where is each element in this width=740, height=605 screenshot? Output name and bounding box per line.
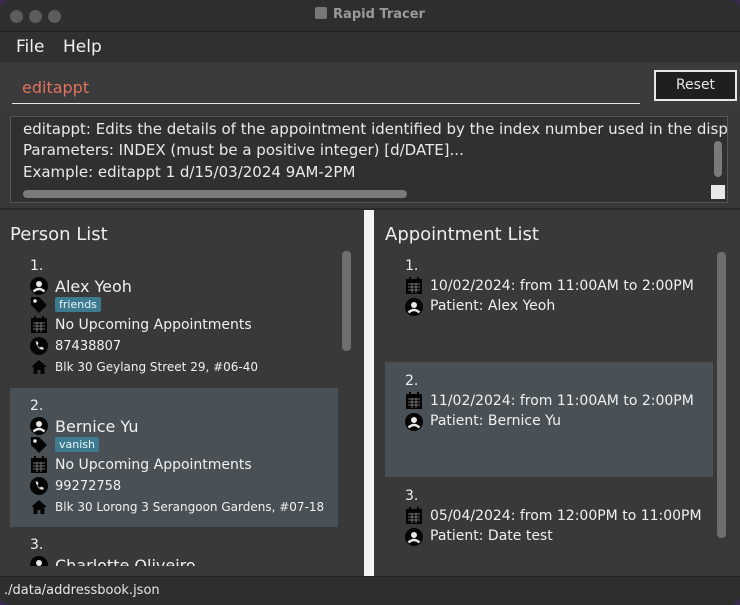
person-name: Bernice Yu: [55, 417, 139, 436]
person-card[interactable]: 3. Charlotte Oliveiro: [10, 527, 338, 566]
person-card[interactable]: 2. Bernice Yu vanish No Upcoming Appoint…: [10, 388, 338, 527]
scroll-corner: [711, 185, 725, 199]
appointment-index: 2.: [405, 373, 419, 389]
person-appointment: No Upcoming Appointments: [55, 317, 252, 333]
person-icon: [30, 417, 48, 435]
phone-icon: [30, 477, 48, 495]
menu-file[interactable]: File: [16, 37, 44, 57]
person-icon: [405, 413, 423, 431]
person-phone: 99272758: [55, 479, 122, 494]
appointment-card[interactable]: 3. 05/04/2024: from 12:00PM to 11:00PM P…: [385, 477, 713, 566]
person-tag: vanish: [55, 437, 99, 452]
person-name: Alex Yeoh: [55, 277, 132, 296]
result-display[interactable]: editappt: Edits the details of the appoi…: [10, 116, 728, 203]
person-appointment: No Upcoming Appointments: [55, 457, 252, 473]
command-input[interactable]: editappt: [12, 72, 640, 104]
appointment-datetime: 10/02/2024: from 11:00AM to 2:00PM: [430, 278, 694, 294]
appointment-patient: Patient: Alex Yeoh: [430, 298, 556, 314]
appointment-patient: Patient: Date test: [430, 528, 553, 544]
menu-bar: File Help: [0, 32, 740, 62]
split-pane-divider[interactable]: [364, 210, 374, 576]
person-icon: [405, 528, 423, 546]
result-line-1: editappt: Edits the details of the appoi…: [23, 120, 728, 138]
calendar-icon: [31, 456, 47, 473]
menu-help[interactable]: Help: [63, 37, 102, 57]
person-index: 1.: [30, 258, 44, 274]
person-tag: friends: [55, 297, 101, 312]
appointment-card[interactable]: 1. 10/02/2024: from 11:00AM to 2:00PM Pa…: [385, 248, 713, 362]
person-address: Blk 30 Geylang Street 29, #06-40: [55, 360, 259, 374]
phone-icon: [30, 337, 48, 355]
title-bar: Rapid Tracer: [0, 0, 740, 32]
app-window: Rapid Tracer File Help editappt Reset ed…: [0, 0, 740, 605]
app-icon: [315, 7, 328, 19]
appointment-card[interactable]: 2. 11/02/2024: from 11:00AM to 2:00PM Pa…: [385, 362, 713, 477]
person-index: 3.: [30, 537, 44, 553]
person-card[interactable]: 1. Alex Yeoh friends No Upcoming Appoint…: [10, 248, 338, 388]
appointment-datetime: 05/04/2024: from 12:00PM to 11:00PM: [430, 508, 702, 524]
status-file-path: ./data/addressbook.json: [4, 583, 160, 598]
tag-icon: [31, 297, 47, 313]
appointment-patient: Patient: Bernice Yu: [430, 413, 561, 429]
home-icon: [31, 500, 47, 514]
calendar-icon: [31, 316, 47, 333]
person-list[interactable]: 1. Alex Yeoh friends No Upcoming Appoint…: [10, 248, 355, 566]
window-title-text: Rapid Tracer: [333, 7, 425, 22]
reset-button[interactable]: Reset: [654, 70, 737, 101]
calendar-icon: [406, 277, 422, 294]
person-icon: [30, 277, 48, 295]
result-line-3: Example: editappt 1 d/15/03/2024 9AM-2PM: [23, 163, 356, 181]
appointment-datetime: 11/02/2024: from 11:00AM to 2:00PM: [430, 393, 694, 409]
home-icon: [31, 360, 47, 374]
person-list-scrollbar[interactable]: [342, 251, 351, 351]
status-bar: ./data/addressbook.json: [0, 576, 740, 605]
appointment-list[interactable]: 1. 10/02/2024: from 11:00AM to 2:00PM Pa…: [385, 248, 730, 566]
person-index: 2.: [30, 398, 44, 414]
person-icon: [30, 556, 48, 566]
person-list-heading: Person List: [10, 224, 108, 245]
appointment-index: 1.: [405, 258, 419, 274]
person-phone: 87438807: [55, 339, 122, 354]
tag-icon: [31, 437, 47, 453]
person-address: Blk 30 Lorong 3 Serangoon Gardens, #07-1…: [55, 500, 325, 514]
person-name: Charlotte Oliveiro: [55, 556, 196, 566]
person-icon: [405, 298, 423, 316]
calendar-icon: [406, 507, 422, 524]
appointment-list-scrollbar[interactable]: [717, 252, 726, 538]
calendar-icon: [406, 392, 422, 409]
command-area: editappt Reset: [0, 62, 740, 110]
result-horizontal-scrollbar[interactable]: [23, 190, 407, 198]
window-title: Rapid Tracer: [0, 7, 740, 22]
appointment-index: 3.: [405, 488, 419, 504]
result-line-2: Parameters: INDEX (must be a positive in…: [23, 141, 464, 159]
appointment-list-heading: Appointment List: [385, 224, 539, 245]
result-vertical-scrollbar[interactable]: [714, 141, 722, 177]
